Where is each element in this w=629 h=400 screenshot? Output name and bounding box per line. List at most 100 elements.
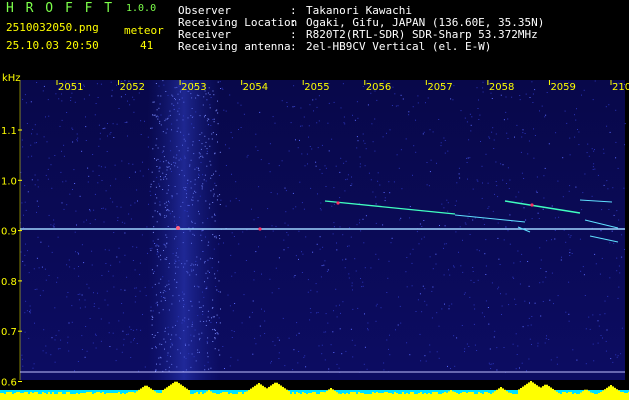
noise-dot — [444, 152, 446, 154]
power-bar — [254, 385, 256, 400]
power-bar — [228, 394, 230, 400]
noise-dot — [505, 226, 507, 228]
power-bar — [252, 387, 254, 400]
noise-dot — [88, 94, 90, 96]
noise-dot — [604, 313, 606, 315]
noise-dot — [342, 301, 344, 303]
noise-dot — [525, 93, 527, 95]
noise-dot — [585, 328, 587, 330]
power-bar — [354, 392, 356, 400]
noise-dot — [476, 350, 478, 351]
noise-dot — [503, 347, 505, 348]
noise-dot — [616, 210, 618, 212]
power-bar — [556, 391, 558, 400]
noise-dot — [315, 98, 317, 100]
power-bar — [504, 389, 506, 400]
noise-dot — [351, 339, 353, 341]
noise-dot — [36, 211, 37, 213]
noise-dot — [568, 313, 570, 315]
noise-dot — [528, 285, 530, 287]
power-bar — [96, 392, 98, 400]
noise-dot — [377, 172, 379, 174]
noise-dot — [77, 252, 79, 254]
noise-dot — [120, 206, 122, 208]
noise-dot — [443, 137, 445, 139]
noise-dot — [531, 218, 533, 220]
noise-dot — [419, 293, 421, 295]
noise-dot — [366, 368, 368, 370]
noise-dot — [324, 359, 326, 361]
noise-dot — [491, 282, 493, 284]
power-bar — [366, 394, 368, 400]
noise-dot — [327, 122, 329, 124]
noise-dot — [358, 202, 360, 204]
noise-dot — [500, 94, 502, 96]
noise-dot — [612, 361, 614, 363]
noise-dot — [359, 166, 361, 168]
noise-dot — [412, 174, 413, 176]
noise-dot — [60, 171, 62, 173]
noise-dot — [459, 226, 461, 228]
power-bar — [72, 394, 74, 400]
power-bar — [106, 393, 108, 400]
noise-dot — [356, 136, 358, 138]
power-bar — [552, 388, 554, 400]
noise-dot — [141, 234, 143, 236]
noise-dot — [225, 110, 227, 112]
noise-dot — [272, 116, 274, 118]
noise-dot — [574, 136, 576, 138]
power-bar — [600, 392, 602, 400]
noise-dot — [487, 182, 489, 184]
noise-dot — [112, 332, 114, 334]
noise-dot — [565, 311, 567, 313]
noise-dot — [417, 299, 419, 301]
noise-dot — [42, 290, 44, 292]
noise-dot — [594, 168, 596, 170]
noise-dot — [61, 93, 62, 95]
power-bar — [230, 393, 232, 400]
power-bar — [10, 392, 12, 400]
noise-dot — [447, 150, 449, 152]
power-bar — [8, 392, 10, 400]
noise-dot — [69, 193, 71, 195]
noise-dot — [615, 157, 617, 159]
noise-dot — [140, 134, 142, 135]
noise-dot — [564, 110, 566, 112]
power-bar — [276, 382, 278, 400]
noise-dot — [466, 162, 468, 163]
noise-dot — [341, 353, 343, 355]
power-bar — [82, 393, 84, 400]
noise-dot — [290, 122, 292, 124]
noise-dot — [543, 175, 545, 177]
power-bar — [530, 381, 532, 400]
noise-dot — [66, 264, 68, 266]
noise-dot — [247, 154, 249, 156]
noise-dot — [458, 173, 460, 175]
noise-dot — [34, 124, 36, 126]
noise-dot — [491, 131, 493, 133]
power-bar — [498, 388, 500, 400]
noise-dot — [278, 257, 280, 259]
noise-dot — [533, 157, 535, 159]
noise-dot — [408, 111, 410, 113]
power-bar — [326, 390, 328, 400]
noise-dot — [77, 294, 79, 295]
noise-dot — [429, 171, 431, 173]
power-bar — [618, 390, 620, 400]
noise-dot — [359, 156, 361, 158]
noise-dot — [391, 105, 393, 106]
noise-dot — [415, 151, 417, 153]
noise-dot — [29, 312, 31, 314]
noise-dot — [352, 356, 354, 358]
noise-dot — [287, 224, 289, 226]
noise-dot — [472, 219, 474, 221]
noise-dot — [406, 342, 408, 344]
noise-dot — [599, 314, 601, 316]
noise-dot — [125, 94, 126, 95]
power-bar — [496, 389, 498, 400]
noise-dot — [384, 197, 386, 199]
noise-dot — [65, 180, 67, 182]
noise-dot — [360, 230, 362, 232]
noise-dot — [473, 282, 475, 283]
power-bar — [240, 392, 242, 400]
